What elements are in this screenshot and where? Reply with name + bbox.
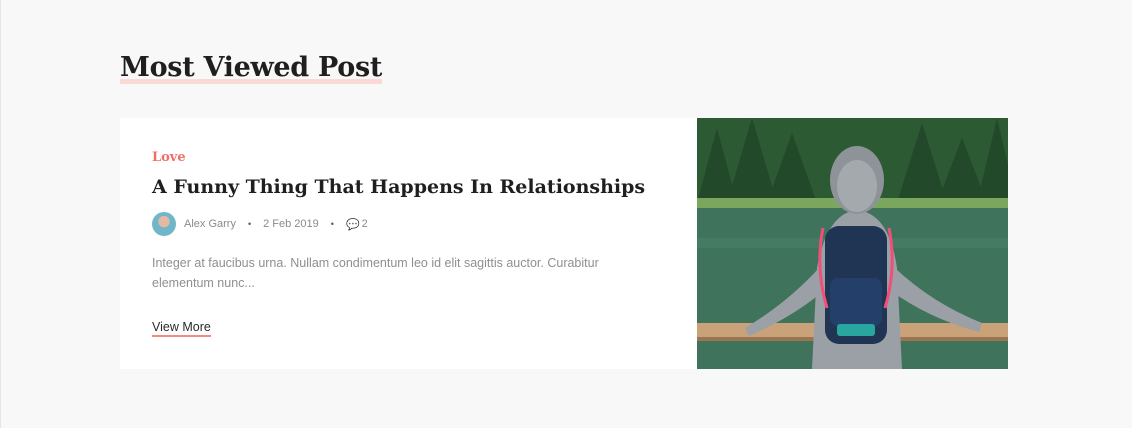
comment-icon: 💬 (345, 218, 360, 231)
post-date: 2 Feb 2019 (263, 218, 319, 230)
section-title: Most Viewed Post (120, 50, 382, 86)
post-image[interactable] (697, 118, 1008, 369)
post-card: Love A Funny Thing That Happens In Relat… (120, 118, 1008, 369)
comment-count[interactable]: 2 (362, 218, 368, 230)
post-meta: Alex Garry • 2 Feb 2019 • 💬 2 (152, 212, 368, 236)
post-title[interactable]: A Funny Thing That Happens In Relationsh… (152, 176, 645, 198)
view-more-link[interactable]: View More (152, 319, 211, 337)
post-card-body: Love A Funny Thing That Happens In Relat… (120, 118, 697, 369)
section-title-text: Most Viewed Post (120, 50, 382, 86)
post-excerpt: Integer at faucibus urna. Nullam condime… (152, 256, 599, 290)
meta-separator: • (330, 219, 334, 229)
author-name[interactable]: Alex Garry (184, 218, 236, 230)
author-avatar (152, 212, 176, 236)
category-link[interactable]: Love (152, 150, 186, 165)
meta-separator: • (247, 219, 252, 229)
hiker-photo-illustration (697, 118, 1008, 369)
